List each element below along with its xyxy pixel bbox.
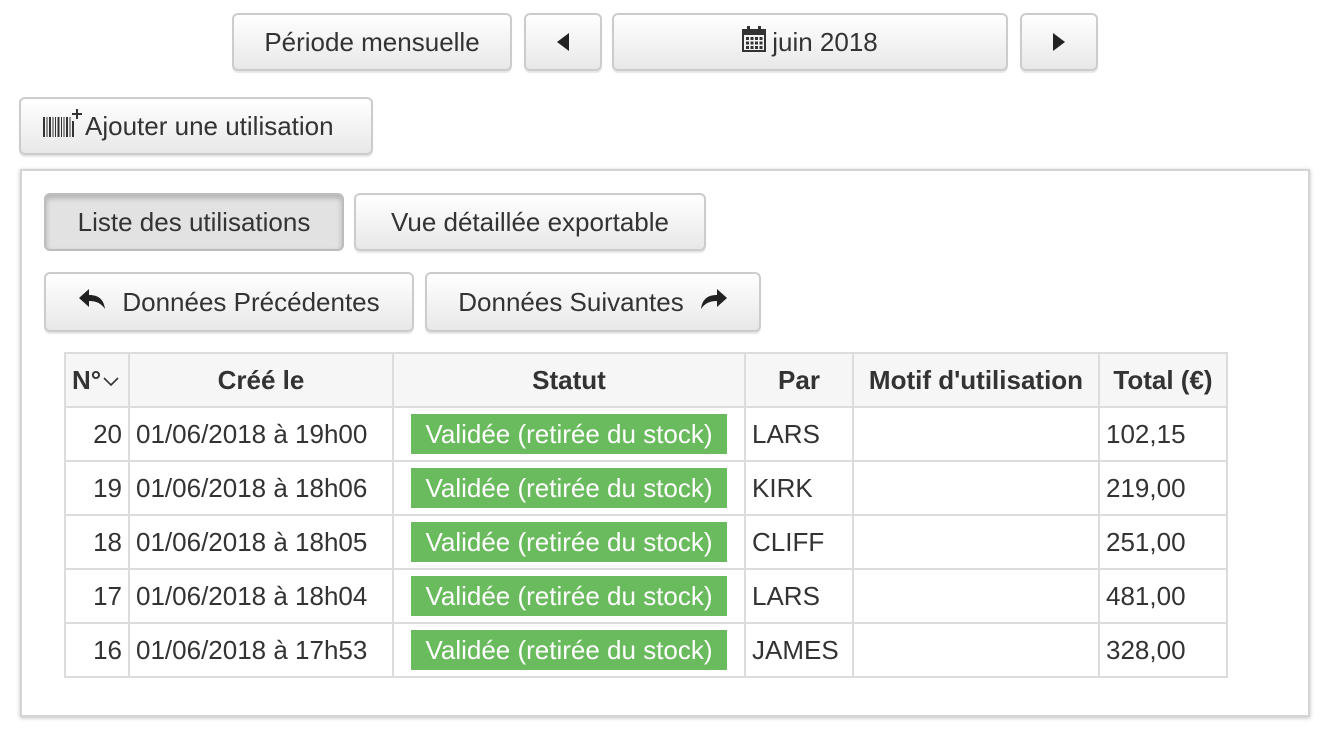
column-header-reason: Motif d'utilisation xyxy=(852,352,1100,408)
cell-total: 481,00 xyxy=(1098,568,1228,624)
cell-status: Validée (retirée du stock) xyxy=(392,568,746,624)
cell-status: Validée (retirée du stock) xyxy=(392,406,746,462)
status-badge: Validée (retirée du stock) xyxy=(411,576,727,616)
previous-data-button[interactable]: Données Précédentes xyxy=(44,272,414,332)
cell-number: 17 xyxy=(64,568,130,624)
cell-by: LARS xyxy=(744,568,854,624)
cell-number: 16 xyxy=(64,622,130,678)
cell-by: LARS xyxy=(744,406,854,462)
column-header-by: Par xyxy=(744,352,854,408)
cell-by: JAMES xyxy=(744,622,854,678)
cell-number: 18 xyxy=(64,514,130,570)
cell-by: KIRK xyxy=(744,460,854,516)
next-data-label: Données Suivantes xyxy=(458,286,684,317)
tab-usage-list[interactable]: Liste des utilisations xyxy=(44,193,344,251)
month-picker-button[interactable]: juin 2018 xyxy=(612,13,1008,71)
usage-table: N° Créé le Statut Par Motif d'utilisatio… xyxy=(64,352,1228,678)
cell-reason xyxy=(852,622,1100,678)
cell-by: CLIFF xyxy=(744,514,854,570)
tab-detailed-export[interactable]: Vue détaillée exportable xyxy=(354,193,706,251)
period-mode-label: Période mensuelle xyxy=(264,26,480,57)
cell-status: Validée (retirée du stock) xyxy=(392,622,746,678)
status-badge: Validée (retirée du stock) xyxy=(411,468,727,508)
calendar-icon xyxy=(742,25,767,59)
cell-number: 19 xyxy=(64,460,130,516)
status-badge: Validée (retirée du stock) xyxy=(411,522,727,562)
next-data-button[interactable]: Données Suivantes xyxy=(425,272,761,332)
cell-created: 01/06/2018 à 18h04 xyxy=(128,568,394,624)
cell-created: 01/06/2018 à 19h00 xyxy=(128,406,394,462)
cell-reason xyxy=(852,460,1100,516)
column-header-status: Statut xyxy=(392,352,746,408)
column-header-created: Créé le xyxy=(128,352,394,408)
add-usage-button[interactable]: Ajouter une utilisation xyxy=(19,97,373,155)
forward-arrow-icon xyxy=(700,287,728,318)
column-header-total: Total (€) xyxy=(1098,352,1228,408)
barcode-plus-icon xyxy=(43,108,83,146)
cell-reason xyxy=(852,406,1100,462)
cell-created: 01/06/2018 à 18h05 xyxy=(128,514,394,570)
table-row[interactable]: 19 01/06/2018 à 18h06 Validée (retirée d… xyxy=(64,460,1228,516)
cell-total: 328,00 xyxy=(1098,622,1228,678)
reply-arrow-icon xyxy=(78,287,106,318)
tab-detailed-export-label: Vue détaillée exportable xyxy=(390,206,669,237)
cell-total: 102,15 xyxy=(1098,406,1228,462)
status-badge: Validée (retirée du stock) xyxy=(411,630,727,670)
status-badge: Validée (retirée du stock) xyxy=(411,414,727,454)
next-month-button[interactable] xyxy=(1020,13,1098,71)
cell-created: 01/06/2018 à 17h53 xyxy=(128,622,394,678)
table-row[interactable]: 17 01/06/2018 à 18h04 Validée (retirée d… xyxy=(64,568,1228,624)
period-mode-button[interactable]: Période mensuelle xyxy=(232,13,512,71)
add-usage-label: Ajouter une utilisation xyxy=(85,110,334,141)
caret-right-icon xyxy=(1053,33,1065,51)
cell-total: 219,00 xyxy=(1098,460,1228,516)
cell-created: 01/06/2018 à 18h06 xyxy=(128,460,394,516)
table-row[interactable]: 16 01/06/2018 à 17h53 Validée (retirée d… xyxy=(64,622,1228,678)
cell-status: Validée (retirée du stock) xyxy=(392,514,746,570)
cell-reason xyxy=(852,514,1100,570)
table-row[interactable]: 20 01/06/2018 à 19h00 Validée (retirée d… xyxy=(64,406,1228,462)
cell-number: 20 xyxy=(64,406,130,462)
table-row[interactable]: 18 01/06/2018 à 18h05 Validée (retirée d… xyxy=(64,514,1228,570)
table-header-row: N° Créé le Statut Par Motif d'utilisatio… xyxy=(64,352,1228,408)
cell-total: 251,00 xyxy=(1098,514,1228,570)
previous-data-label: Données Précédentes xyxy=(122,286,380,317)
tab-usage-list-label: Liste des utilisations xyxy=(77,206,311,237)
previous-month-button[interactable] xyxy=(524,13,602,71)
month-label: juin 2018 xyxy=(772,26,878,57)
usage-panel: Liste des utilisations Vue détaillée exp… xyxy=(20,169,1310,717)
cell-reason xyxy=(852,568,1100,624)
chevron-down-icon xyxy=(103,363,119,394)
column-header-number[interactable]: N° xyxy=(64,352,130,408)
caret-left-icon xyxy=(557,33,569,51)
cell-status: Validée (retirée du stock) xyxy=(392,460,746,516)
